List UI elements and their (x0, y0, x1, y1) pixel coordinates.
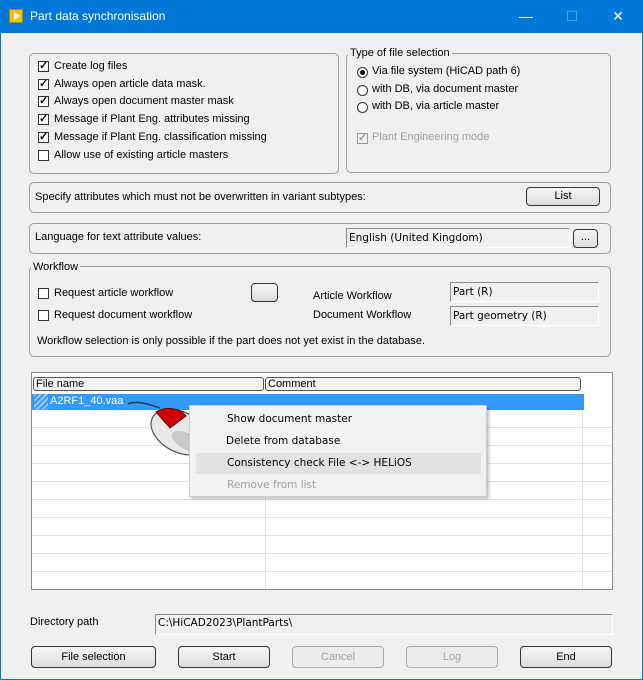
via-article-master-label: with DB, via article master (372, 100, 500, 112)
grid-row-line (32, 499, 612, 500)
close-button[interactable]: ✕ (595, 0, 641, 33)
create-log-files-label: Create log files (54, 60, 128, 72)
workflow-note: Workflow selection is only possible if t… (37, 335, 426, 347)
language-field[interactable]: English (United Kingdom) (346, 228, 570, 248)
menu-item-consistency-check[interactable]: Consistency check File <-> HELiOS (227, 457, 412, 469)
via-document-master-label: with DB, via document master (372, 83, 519, 95)
language-label: Language for text attribute values: (35, 231, 202, 243)
via-document-master-radio[interactable] (357, 85, 368, 96)
request-document-workflow-label: Request document workflow (54, 309, 193, 321)
grid-row-line (32, 553, 612, 554)
cancel-button: Cancel (292, 646, 384, 668)
context-menu: Show document master Delete from databas… (189, 405, 487, 497)
maximize-button: ☐ (565, 8, 579, 24)
column-header-file-name[interactable]: File name (33, 377, 264, 391)
plant-engineering-mode-label: Plant Engineering mode (372, 131, 490, 143)
column-header-comment[interactable]: Comment (265, 377, 581, 391)
request-article-workflow-checkbox[interactable] (38, 288, 49, 299)
request-document-workflow-checkbox[interactable] (38, 310, 49, 321)
grid-row-line (32, 517, 612, 518)
plant-engineering-mode-checkbox (357, 131, 368, 144)
file-selection-type-legend: Type of file selection (348, 47, 452, 59)
window-title: Part data synchronisation (30, 9, 166, 23)
log-button: Log (406, 646, 498, 668)
open-article-mask-checkbox[interactable] (38, 77, 49, 90)
list-button[interactable]: List (526, 187, 600, 206)
directory-field[interactable]: C:\HiCAD2023\PlantParts\ (155, 614, 613, 635)
file-name-cell: A2RF1_40.vaa (50, 395, 124, 407)
document-workflow-label: Document Workflow (313, 309, 412, 321)
via-article-master-radio[interactable] (357, 102, 368, 113)
classification-missing-checkbox[interactable] (38, 130, 49, 143)
app-icon (9, 9, 23, 23)
menu-item-delete-from-database[interactable]: Delete from database (226, 435, 340, 447)
request-article-workflow-label: Request article workflow (54, 287, 174, 299)
open-article-mask-label: Always open article data mask. (54, 78, 206, 90)
title-bar[interactable]: Part data synchronisation — ☐ ✕ (0, 0, 643, 33)
attributes-missing-checkbox[interactable] (38, 112, 49, 125)
minimize-button[interactable]: — (503, 0, 549, 33)
open-document-mask-checkbox[interactable] (38, 94, 49, 107)
article-workflow-label: Article Workflow (313, 290, 392, 302)
via-file-system-radio[interactable] (357, 67, 368, 78)
via-file-system-label: Via file system (HiCAD path 6) (372, 65, 521, 77)
attributes-label: Specify attributes which must not be ove… (35, 191, 366, 203)
menu-item-remove-from-list: Remove from list (227, 479, 317, 491)
directory-label: Directory path (30, 616, 99, 628)
classification-missing-label: Message if Plant Eng. classification mis… (54, 131, 267, 143)
open-document-mask-label: Always open document master mask (54, 95, 234, 107)
language-browse-button[interactable]: ... (573, 229, 598, 248)
article-workflow-field[interactable]: Part (R) (450, 282, 599, 302)
end-button[interactable]: End (520, 646, 612, 668)
create-log-files-checkbox[interactable] (38, 59, 49, 72)
existing-article-masters-label: Allow use of existing article masters (54, 149, 229, 161)
workflow-legend: Workflow (31, 261, 81, 273)
existing-article-masters-checkbox[interactable] (38, 150, 49, 161)
grid-row-line (32, 535, 612, 536)
menu-item-show-document-master[interactable]: Show document master (227, 413, 352, 425)
workflow-button[interactable] (251, 283, 278, 302)
grid-row-line (32, 571, 612, 572)
start-button[interactable]: Start (178, 646, 270, 668)
document-workflow-field[interactable]: Part geometry (R) (450, 306, 599, 326)
file-selection-button[interactable]: File selection (31, 646, 156, 668)
row-icon (34, 394, 48, 410)
attributes-missing-label: Message if Plant Eng. attributes missing (54, 113, 250, 125)
